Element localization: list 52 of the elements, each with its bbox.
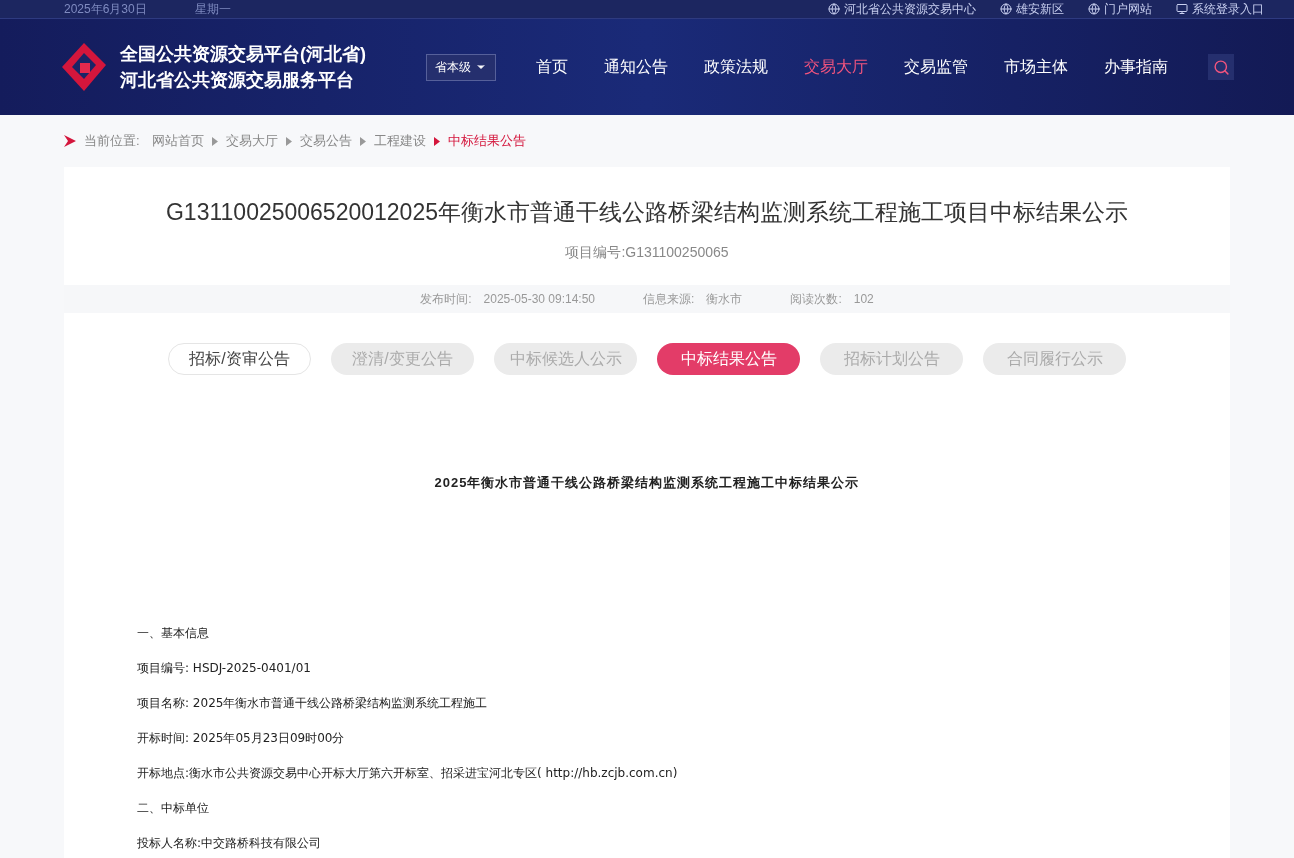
triangle-icon: [433, 136, 440, 146]
nav-item[interactable]: 首页: [536, 55, 568, 79]
weekday: 星期一: [194, 1, 231, 18]
globe-icon: [1000, 3, 1012, 15]
level-select[interactable]: 省本级: [426, 53, 496, 81]
breadcrumb-item[interactable]: 网站首页: [151, 131, 204, 151]
article-title: G13110025006520012025年衡水市普通干线公路桥梁结构监测系统工程施工项目中标结果公示: [165, 198, 1129, 227]
nav-item[interactable]: 办事指南: [1104, 55, 1168, 79]
meta-value: 102: [853, 290, 874, 308]
nav-item[interactable]: 通知公告: [604, 55, 668, 79]
meta-label: 阅读次数:: [790, 290, 842, 308]
document-line: 一、基本信息: [137, 625, 210, 642]
globe-icon: [1088, 3, 1100, 15]
platform-subtitle: 河北省公共资源交易服务平台: [120, 69, 355, 92]
document-line: 二、中标单位: [137, 800, 210, 817]
chevron-icon: [64, 135, 76, 147]
triangle-icon: [359, 136, 366, 146]
notice-tab[interactable]: 中标结果公告: [657, 342, 800, 375]
breadcrumb-item[interactable]: 中标结果公告: [447, 131, 526, 151]
nav-item[interactable]: 市场主体: [1004, 55, 1068, 79]
top-link[interactable]: 雄安新区: [1000, 0, 1064, 18]
breadcrumb-label: 当前位置:: [84, 132, 140, 151]
project-number: 项目编号:G131100250065: [564, 242, 730, 262]
top-link[interactable]: 门户网站: [1088, 0, 1152, 18]
document-title: 2025年衡水市普通干线公路桥梁结构监测系统工程施工中标结果公示: [433, 473, 861, 492]
meta-label: 发布时间:: [420, 290, 472, 308]
triangle-icon: [285, 136, 292, 146]
date: 2025年6月30日: [64, 1, 147, 18]
document-line: 投标人名称:中交路桥科技有限公司: [137, 835, 323, 852]
search-button[interactable]: [1208, 54, 1234, 80]
breadcrumb-item[interactable]: 交易大厅: [225, 131, 278, 151]
document-line: 项目编号: HSDJ-2025-0401/01: [137, 660, 312, 677]
nav-item[interactable]: 交易大厅: [804, 55, 868, 79]
meta-value: 衡水市: [706, 290, 743, 308]
globe-icon: [828, 3, 840, 15]
breadcrumb-item[interactable]: 工程建设: [373, 131, 426, 151]
meta-value: 2025-05-30 09:14:50: [483, 290, 596, 308]
top-link[interactable]: 系统登录入口: [1176, 0, 1264, 18]
logo-icon: [60, 41, 108, 93]
breadcrumb-item[interactable]: 交易公告: [299, 131, 352, 151]
nav-item[interactable]: 交易监管: [904, 55, 968, 79]
meta-label: 信息来源:: [643, 290, 695, 308]
search-icon: [1212, 58, 1230, 76]
nav-item[interactable]: 政策法规: [704, 55, 768, 79]
document-line: 项目名称: 2025年衡水市普通干线公路桥梁结构监测系统工程施工: [137, 695, 489, 712]
notice-tab[interactable]: 招标/资审公告: [168, 342, 311, 375]
monitor-icon: [1176, 3, 1188, 15]
top-link[interactable]: 河北省公共资源交易中心: [828, 0, 976, 18]
document-line: 开标时间: 2025年05月23日09时00分: [137, 730, 346, 747]
document-line: 开标地点:衡水市公共资源交易中心开标大厅第六开标室、招采进宝河北专区( http://hb.zcjb.com.cn): [137, 765, 679, 782]
triangle-icon: [211, 136, 218, 146]
platform-title: 全国公共资源交易平台(河北省): [120, 43, 366, 66]
